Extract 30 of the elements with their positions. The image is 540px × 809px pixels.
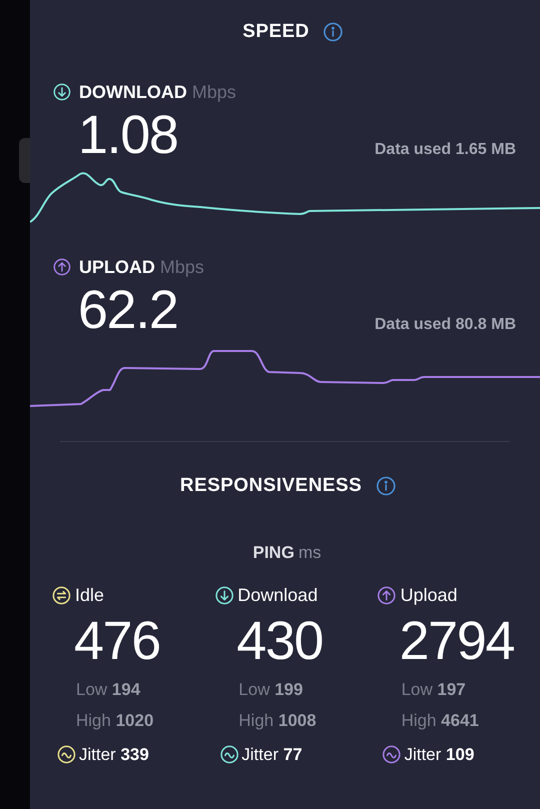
exchange-arrows-icon: [52, 586, 71, 604]
low-text: Low 199: [238, 678, 304, 700]
jitter-text: Jitter 339: [79, 744, 149, 766]
unit-label: ms: [298, 542, 322, 564]
unit-label: Mbps: [192, 80, 236, 104]
speed-value: 62.2: [78, 280, 178, 338]
ping-value: 2794: [398, 610, 516, 670]
info-icon[interactable]: [376, 476, 396, 496]
section-title: SPEED: [242, 20, 310, 44]
high-text: High 1008: [238, 710, 318, 732]
data-used-text: Data used 80.8 MB: [374, 314, 516, 334]
test-label: DOWNLOAD: [79, 80, 187, 104]
jitter-text: Jitter 109: [404, 744, 474, 766]
test-label: UPLOAD: [79, 256, 155, 278]
low-text: Low 194: [75, 678, 142, 700]
speed-value: 1.08: [78, 106, 178, 164]
info-icon[interactable]: [323, 22, 344, 42]
ping-label: PING: [252, 542, 294, 564]
unit-label: Mbps: [160, 256, 204, 279]
ping-value: 476: [73, 610, 162, 670]
ping-type-label: Download: [238, 584, 318, 606]
section-title: RESPONSIVENESS: [180, 474, 362, 498]
high-text: High 1020: [75, 710, 155, 732]
ping-value: 430: [236, 610, 324, 670]
data-used-text: Data used 1.65 MB: [374, 140, 516, 160]
high-text: High 4641: [400, 710, 480, 732]
low-text: Low 197: [400, 678, 467, 700]
ping-type-label: Idle: [75, 584, 104, 606]
ping-type-label: Upload: [400, 584, 458, 607]
jitter-text: Jitter 77: [242, 744, 302, 766]
